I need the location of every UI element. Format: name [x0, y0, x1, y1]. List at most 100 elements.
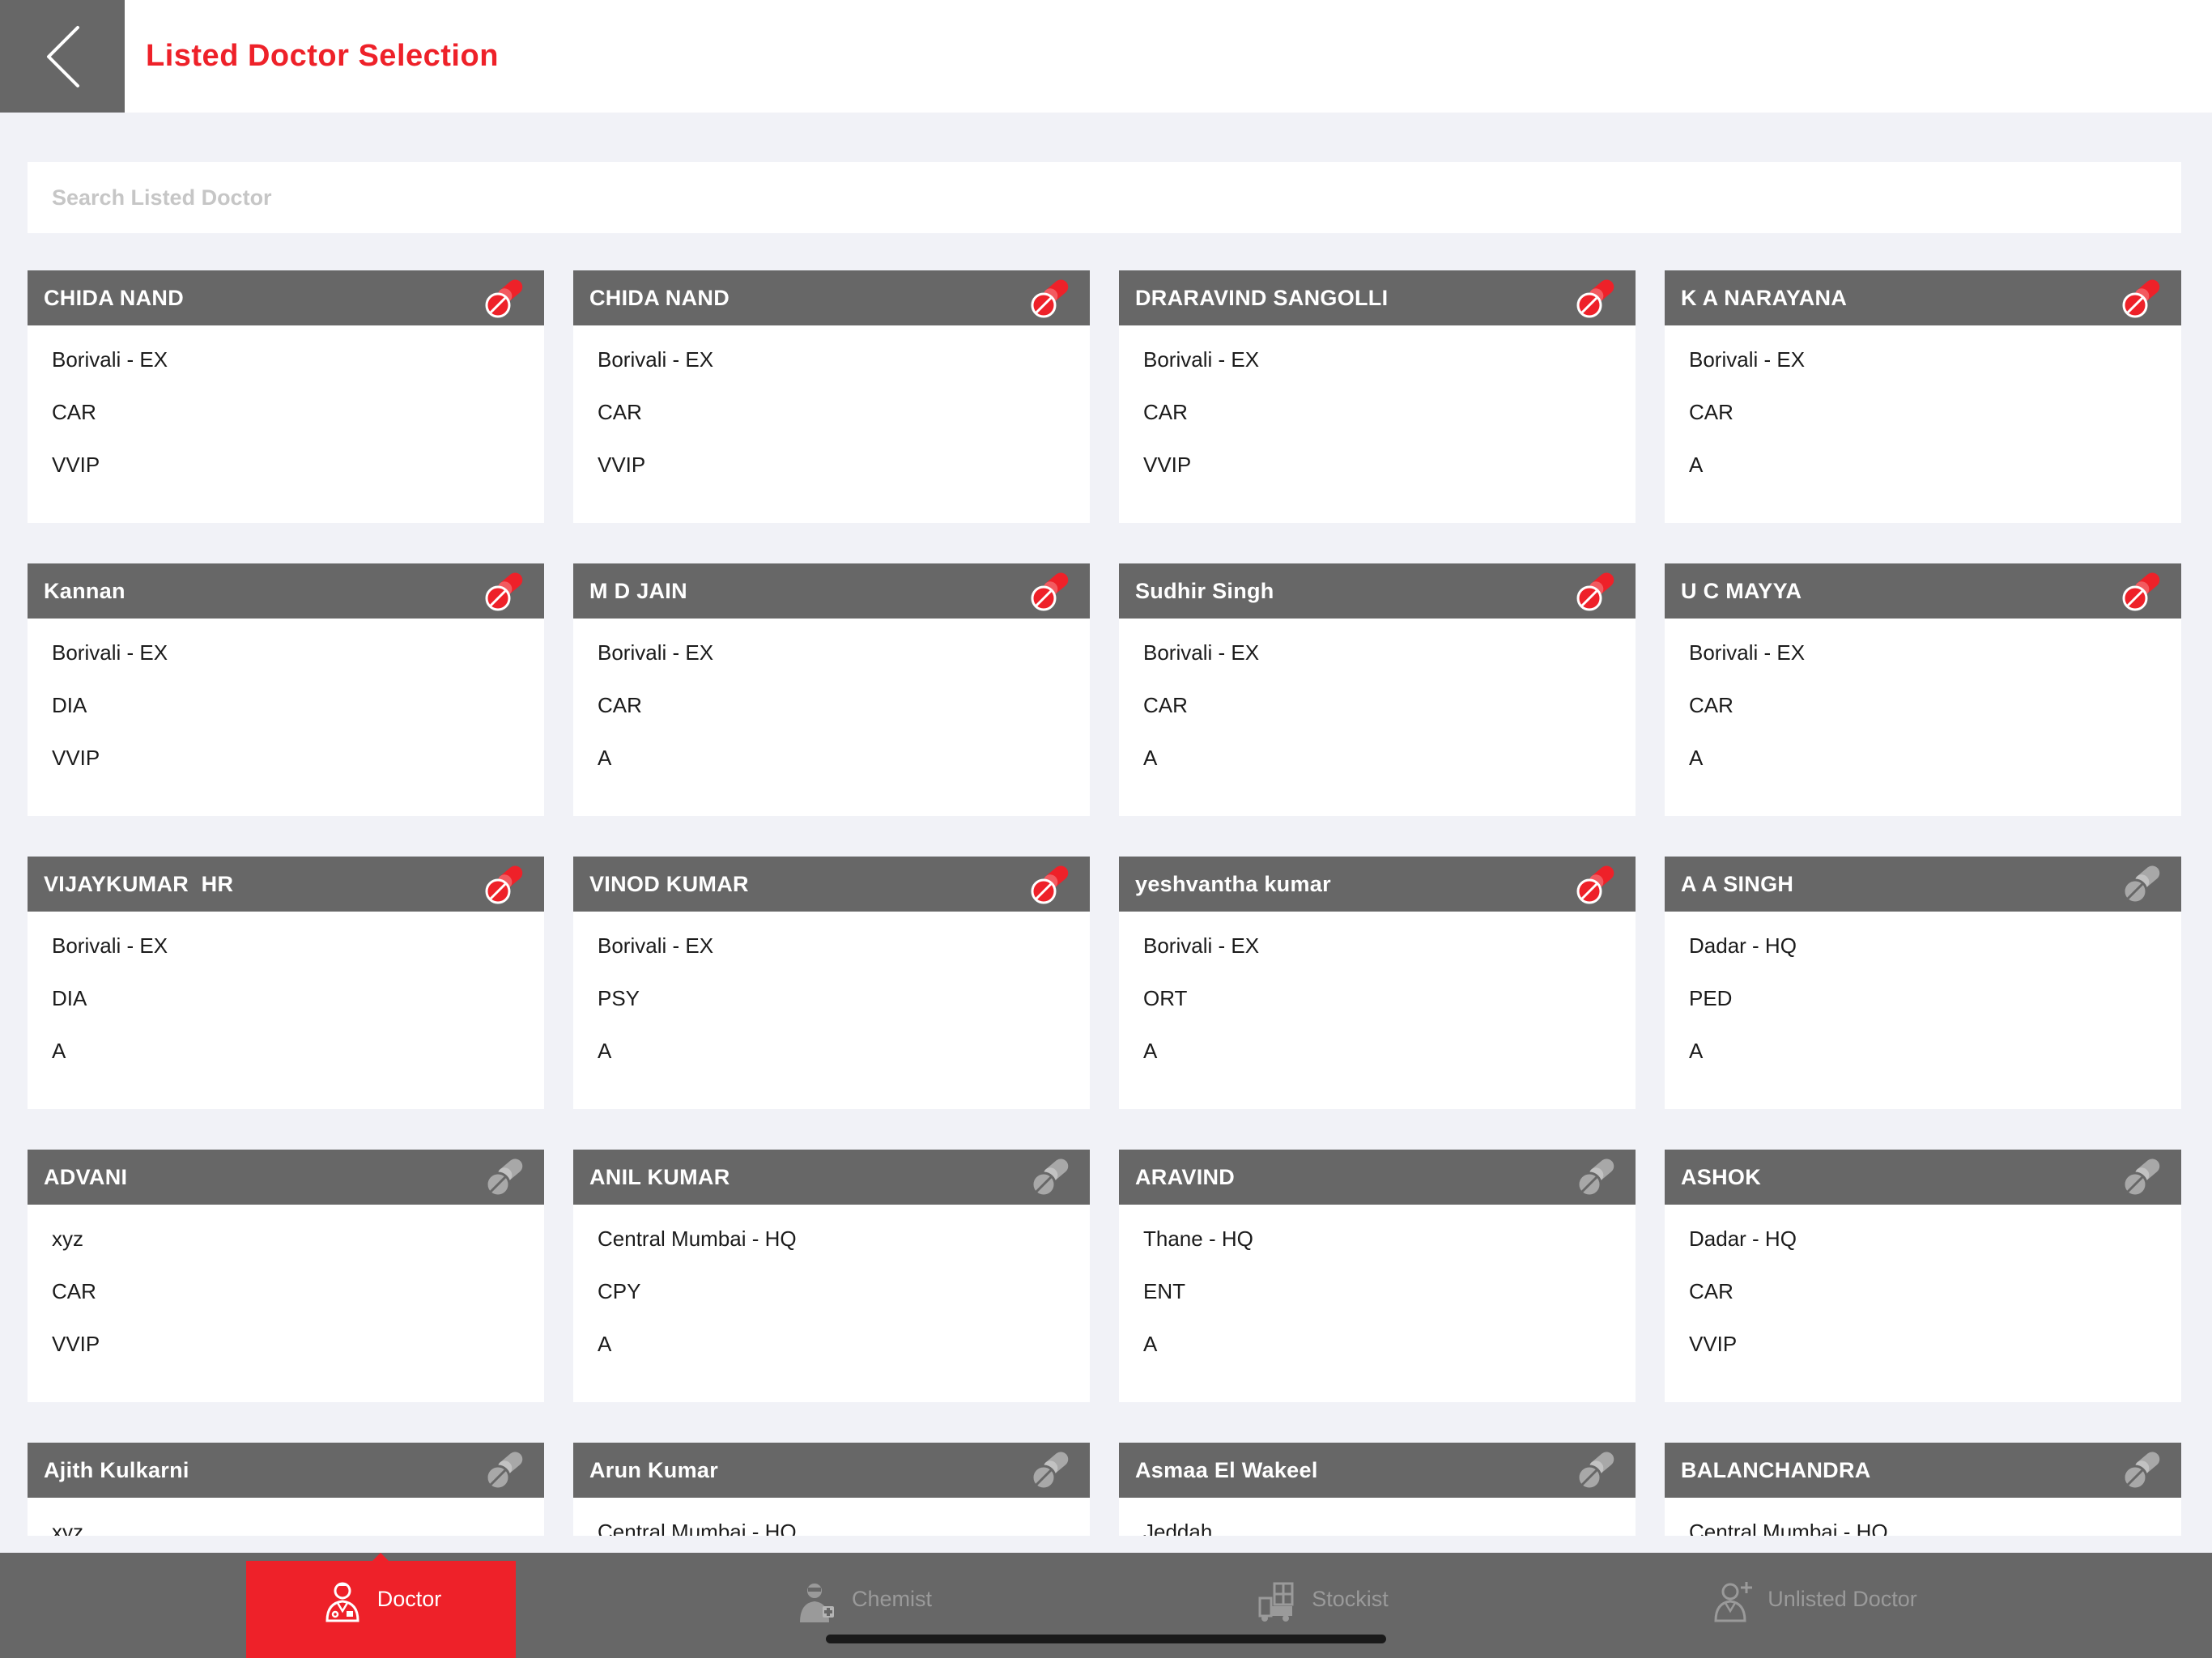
doctor-card[interactable]: A A SINGH Dadar - HQ PED A — [1665, 857, 2181, 1109]
doctor-category: VVIP — [1689, 1332, 1738, 1356]
doctor-card-body: Thane - HQ ENT A — [1119, 1205, 1636, 1357]
medicine-capsule-icon[interactable] — [484, 1155, 528, 1199]
doctor-card-body: Jeddah — [1119, 1498, 1636, 1536]
doctor-card[interactable]: BALANCHANDRA Central Mumbai - HQ — [1665, 1443, 2181, 1536]
doctor-card[interactable]: ADVANI xyz CAR VVIP — [28, 1150, 544, 1402]
doctor-area: Dadar - HQ — [1689, 933, 1797, 958]
medicine-capsule-icon[interactable] — [2121, 862, 2165, 906]
doctor-card-body: Dadar - HQ PED A — [1665, 912, 2181, 1064]
medicine-capsule-icon[interactable] — [1030, 276, 1074, 320]
doctor-card-body: Borivali - EX DIA VVIP — [28, 619, 544, 771]
medicine-capsule-icon[interactable] — [1030, 862, 1074, 906]
doctor-card[interactable]: M D JAIN Borivali - EX CAR A — [573, 563, 1090, 816]
medicine-capsule-icon[interactable] — [2121, 1155, 2165, 1199]
doctor-category: VVIP — [52, 746, 100, 770]
doctor-card-header: Sudhir Singh — [1119, 563, 1636, 619]
doctor-card[interactable]: DRARAVIND SANGOLLI Borivali - EX CAR VVIP — [1119, 270, 1636, 523]
doctor-card[interactable]: Sudhir Singh Borivali - EX CAR A — [1119, 563, 1636, 816]
doctor-area: Borivali - EX — [1143, 933, 1260, 958]
tab-unlisted-doctor[interactable]: Unlisted Doctor — [1679, 1561, 1949, 1658]
doctor-area: Thane - HQ — [1143, 1226, 1253, 1251]
doctor-card[interactable]: Ajith Kulkarni xyz — [28, 1443, 544, 1536]
doctor-name: A A SINGH — [1681, 871, 1794, 896]
top-bar: Listed Doctor Selection — [0, 0, 2212, 113]
medicine-capsule-icon[interactable] — [1576, 276, 1619, 320]
back-button[interactable] — [0, 0, 125, 113]
doctor-category: A — [1689, 453, 1704, 477]
doctor-card-header: ARAVIND — [1119, 1150, 1636, 1205]
doctor-card[interactable]: K A NARAYANA Borivali - EX CAR A — [1665, 270, 2181, 523]
doctor-icon — [325, 1582, 359, 1622]
medicine-capsule-icon[interactable] — [1576, 1155, 1619, 1199]
doctor-speciality: CAR — [598, 693, 642, 717]
doctor-area: xyz — [52, 1520, 83, 1536]
doctor-speciality: CAR — [1689, 693, 1733, 717]
doctor-name: CHIDA NAND — [44, 285, 184, 310]
doctor-card-header: yeshvantha kumar — [1119, 857, 1636, 912]
doctor-card-body: Central Mumbai - HQ — [1665, 1498, 2181, 1536]
medicine-capsule-icon[interactable] — [1576, 862, 1619, 906]
doctor-area: Borivali - EX — [52, 347, 168, 372]
doctor-card-header: VINOD KUMAR — [573, 857, 1090, 912]
doctor-name: K A NARAYANA — [1681, 285, 1848, 310]
doctor-speciality: CAR — [598, 400, 642, 424]
doctor-card-header: VIJAYKUMAR HR — [28, 857, 544, 912]
medicine-capsule-icon[interactable] — [1030, 1448, 1074, 1492]
doctor-card-body: xyz — [28, 1498, 544, 1536]
doctor-card[interactable]: VIJAYKUMAR HR Borivali - EX DIA A — [28, 857, 544, 1109]
medicine-capsule-icon[interactable] — [2121, 569, 2165, 613]
doctor-name: DRARAVIND SANGOLLI — [1135, 285, 1389, 310]
medicine-capsule-icon[interactable] — [484, 276, 528, 320]
doctor-speciality: CPY — [598, 1279, 641, 1303]
medicine-capsule-icon[interactable] — [1576, 569, 1619, 613]
medicine-capsule-icon[interactable] — [2121, 276, 2165, 320]
doctor-area: Borivali - EX — [1689, 640, 1806, 665]
doctor-speciality: CAR — [1143, 400, 1188, 424]
doctor-card[interactable]: yeshvantha kumar Borivali - EX ORT A — [1119, 857, 1636, 1109]
doctor-card[interactable]: ANIL KUMAR Central Mumbai - HQ CPY A — [573, 1150, 1090, 1402]
doctor-card-header: CHIDA NAND — [573, 270, 1090, 325]
doctor-speciality: CAR — [1689, 1279, 1733, 1303]
doctor-card-header: M D JAIN — [573, 563, 1090, 619]
doctor-area: Borivali - EX — [52, 933, 168, 958]
doctor-category: VVIP — [52, 453, 100, 477]
doctor-name: Sudhir Singh — [1135, 578, 1274, 603]
doctor-card[interactable]: Kannan Borivali - EX DIA VVIP — [28, 563, 544, 816]
doctor-name: ASHOK — [1681, 1164, 1762, 1189]
medicine-capsule-icon[interactable] — [1030, 1155, 1074, 1199]
doctor-name: M D JAIN — [589, 578, 687, 603]
medicine-capsule-icon[interactable] — [484, 862, 528, 906]
doctor-card-body: Central Mumbai - HQ — [573, 1498, 1090, 1536]
doctor-card[interactable]: VINOD KUMAR Borivali - EX PSY A — [573, 857, 1090, 1109]
doctor-category: A — [1143, 746, 1158, 770]
doctor-category: A — [52, 1039, 66, 1063]
tab-chemist[interactable]: Chemist — [729, 1561, 998, 1658]
medicine-capsule-icon[interactable] — [484, 569, 528, 613]
medicine-capsule-icon[interactable] — [2121, 1448, 2165, 1492]
doctor-category: VVIP — [598, 453, 646, 477]
doctor-card[interactable]: Asmaa El Wakeel Jeddah — [1119, 1443, 1636, 1536]
doctor-card[interactable]: CHIDA NAND Borivali - EX CAR VVIP — [28, 270, 544, 523]
medicine-capsule-icon[interactable] — [1030, 569, 1074, 613]
doctor-card[interactable]: U C MAYYA Borivali - EX CAR A — [1665, 563, 2181, 816]
doctor-card-header: A A SINGH — [1665, 857, 2181, 912]
medicine-capsule-icon[interactable] — [1576, 1448, 1619, 1492]
doctor-card[interactable]: ASHOK Dadar - HQ CAR VVIP — [1665, 1150, 2181, 1402]
doctor-area: xyz — [52, 1226, 83, 1251]
doctor-card[interactable]: CHIDA NAND Borivali - EX CAR VVIP — [573, 270, 1090, 523]
medicine-capsule-icon[interactable] — [484, 1448, 528, 1492]
doctor-name: CHIDA NAND — [589, 285, 730, 310]
search-input[interactable] — [28, 162, 2181, 233]
doctor-name: ANIL KUMAR — [589, 1164, 730, 1189]
tab-stockist-label: Stockist — [1312, 1587, 1389, 1611]
doctor-card-body: Borivali - EX CAR VVIP — [28, 325, 544, 478]
doctor-card[interactable]: Arun Kumar Central Mumbai - HQ — [573, 1443, 1090, 1536]
doctor-card-body: Borivali - EX CAR A — [1665, 325, 2181, 478]
tab-doctor[interactable]: Doctor — [246, 1561, 516, 1658]
tab-stockist[interactable]: Stockist — [1187, 1561, 1457, 1658]
tab-chemist-label: Chemist — [851, 1587, 933, 1611]
doctor-card-header: DRARAVIND SANGOLLI — [1119, 270, 1636, 325]
doctor-list[interactable]: CHIDA NAND Borivali - EX CAR VVIP CHIDA NAND… — [0, 235, 2212, 1536]
doctor-card[interactable]: ARAVIND Thane - HQ ENT A — [1119, 1150, 1636, 1402]
doctor-category: A — [1689, 1039, 1704, 1063]
